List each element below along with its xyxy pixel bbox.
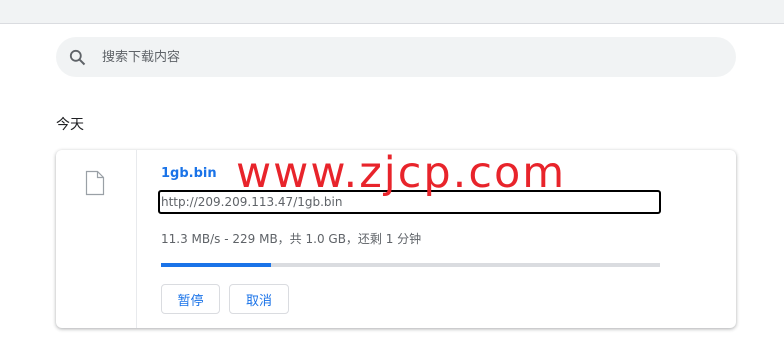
download-card: 1gb.bin http://209.209.113.47/1gb.bin 11… — [56, 150, 736, 328]
search-bar[interactable] — [56, 37, 736, 77]
download-progress-fill — [161, 263, 271, 267]
top-toolbar — [0, 0, 784, 24]
download-status: 11.3 MB/s - 229 MB，共 1.0 GB，还剩 1 分钟 — [161, 232, 422, 246]
file-url[interactable]: http://209.209.113.47/1gb.bin — [158, 190, 661, 214]
download-progress-bar — [161, 263, 660, 267]
file-name-link[interactable]: 1gb.bin — [161, 166, 217, 181]
section-title-today: 今天 — [56, 117, 84, 133]
file-icon — [85, 170, 105, 196]
pause-button[interactable]: 暂停 — [161, 284, 220, 314]
search-input[interactable] — [102, 37, 702, 77]
search-icon[interactable] — [69, 49, 86, 66]
cancel-button[interactable]: 取消 — [229, 284, 289, 314]
file-icon-column — [56, 150, 137, 328]
